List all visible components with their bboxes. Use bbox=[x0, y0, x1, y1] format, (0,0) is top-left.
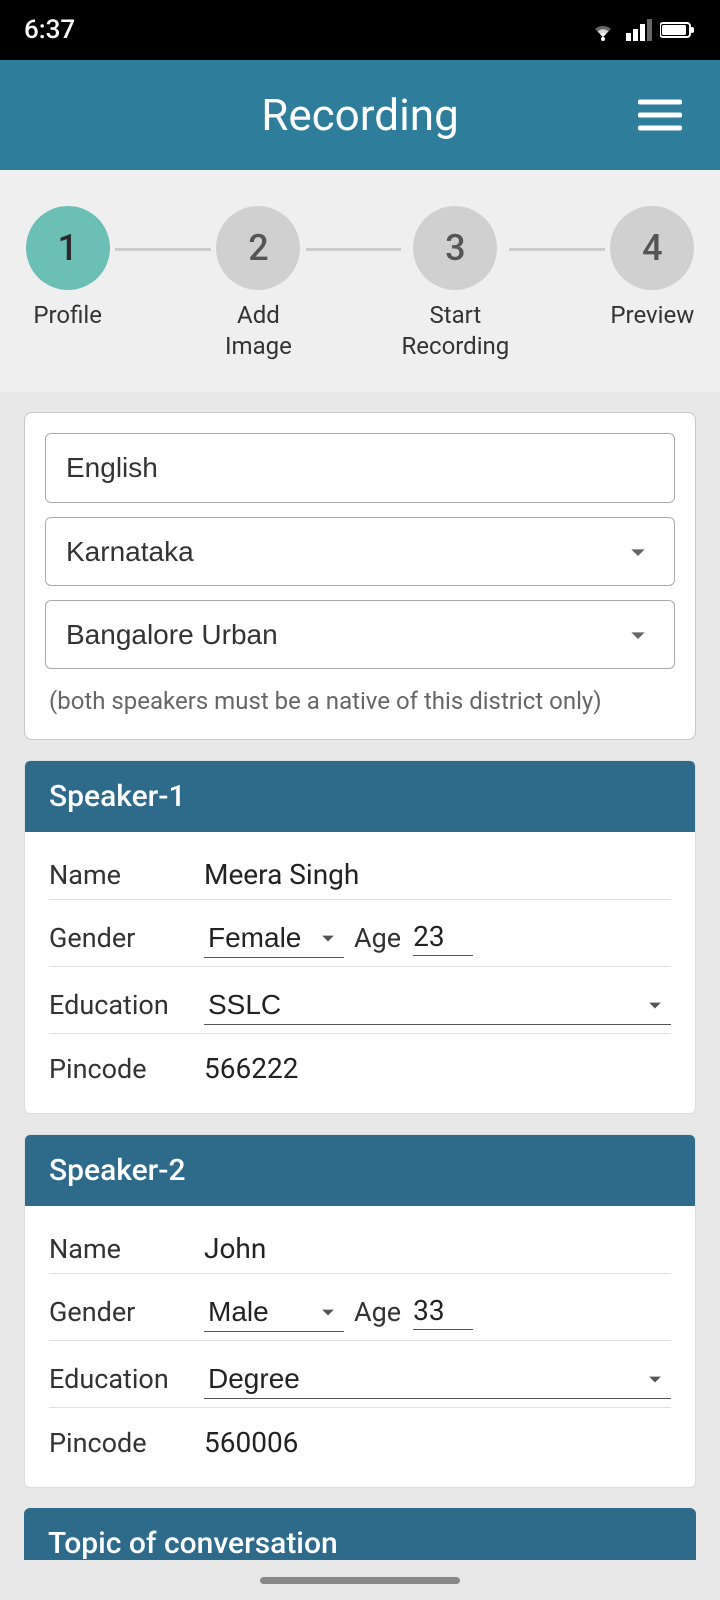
district-note: (both speakers must be a native of this … bbox=[45, 683, 675, 723]
status-icons bbox=[588, 19, 696, 41]
step-3-label: StartRecording bbox=[401, 300, 509, 362]
speaker-1-edu-label: Education bbox=[49, 989, 194, 1021]
status-time: 6:37 bbox=[24, 15, 75, 45]
step-connector-2 bbox=[306, 248, 401, 251]
hamburger-line-2 bbox=[638, 113, 682, 118]
speaker-2-age-label: Age bbox=[354, 1296, 401, 1328]
hamburger-line-1 bbox=[638, 100, 682, 105]
speaker-2-edu-label: Education bbox=[49, 1363, 194, 1395]
speaker-1-gender-select[interactable]: Female Male Other bbox=[204, 918, 344, 958]
speaker-2-name-value[interactable]: John bbox=[204, 1232, 671, 1265]
menu-button[interactable] bbox=[630, 92, 690, 139]
speaker-2-name-row: Name John bbox=[49, 1214, 671, 1274]
speaker-2-pincode-value[interactable]: 560006 bbox=[204, 1426, 671, 1459]
state-select[interactable]: Karnataka Tamil Nadu Andhra Pradesh bbox=[45, 517, 675, 586]
speaker-1-gender-row: Gender Female Male Other Age 23 bbox=[49, 900, 671, 967]
step-4-circle: 4 bbox=[610, 206, 694, 290]
speaker-2-pincode-row: Pincode 560006 bbox=[49, 1408, 671, 1467]
language-input[interactable] bbox=[45, 433, 675, 503]
step-4-label: Preview bbox=[610, 300, 694, 331]
speaker-2-pincode-label: Pincode bbox=[49, 1427, 194, 1459]
speaker-2-header: Speaker-2 bbox=[25, 1135, 695, 1206]
speaker-2-edu-row: Education SSLC PUC Degree Post Graduate bbox=[49, 1341, 671, 1408]
speaker-1-edu-select[interactable]: SSLC PUC Degree Post Graduate bbox=[204, 985, 671, 1025]
step-2-circle: 2 bbox=[216, 206, 300, 290]
step-connector-1 bbox=[115, 248, 210, 251]
speaker-2-gender-row: Gender Male Female Other Age 33 bbox=[49, 1274, 671, 1341]
speaker-1-age-group: Age 23 bbox=[354, 920, 671, 956]
step-1[interactable]: 1 Profile bbox=[20, 206, 115, 331]
step-3-circle: 3 bbox=[413, 206, 497, 290]
wifi-icon bbox=[588, 19, 618, 41]
speaker-2-age-group: Age 33 bbox=[354, 1294, 671, 1330]
step-1-label: Profile bbox=[33, 300, 102, 331]
speaker-1-pincode-row: Pincode 566222 bbox=[49, 1034, 671, 1093]
speaker-2-gender-select[interactable]: Male Female Other bbox=[204, 1292, 344, 1332]
speaker-2-edu-select[interactable]: SSLC PUC Degree Post Graduate bbox=[204, 1359, 671, 1399]
step-2[interactable]: 2 Add Image bbox=[211, 206, 306, 362]
speaker-1-name-row: Name Meera Singh bbox=[49, 840, 671, 900]
speaker-1-gender-label: Gender bbox=[49, 922, 194, 954]
bottom-bar bbox=[0, 1560, 720, 1600]
step-4[interactable]: 4 Preview bbox=[605, 206, 700, 331]
status-bar: 6:37 bbox=[0, 0, 720, 60]
speaker-1-header: Speaker-1 bbox=[25, 761, 695, 832]
signal-icon bbox=[626, 19, 652, 41]
speaker-1-pincode-value[interactable]: 566222 bbox=[204, 1052, 671, 1085]
location-form: Karnataka Tamil Nadu Andhra Pradesh Bang… bbox=[24, 412, 696, 740]
step-1-circle: 1 bbox=[26, 206, 110, 290]
speaker-1-pincode-label: Pincode bbox=[49, 1053, 194, 1085]
step-3[interactable]: 3 StartRecording bbox=[401, 206, 509, 362]
speaker-2-name-label: Name bbox=[49, 1233, 194, 1265]
speaker-2-age-value[interactable]: 33 bbox=[413, 1294, 473, 1330]
speaker-1-age-value[interactable]: 23 bbox=[413, 920, 473, 956]
speaker-2-gender-label: Gender bbox=[49, 1296, 194, 1328]
speaker-1-body: Name Meera Singh Gender Female Male Othe… bbox=[25, 832, 695, 1113]
page-title: Recording bbox=[261, 89, 459, 141]
speaker-1-edu-row: Education SSLC PUC Degree Post Graduate bbox=[49, 967, 671, 1034]
speaker-1-age-label: Age bbox=[354, 922, 401, 954]
home-indicator bbox=[260, 1577, 460, 1584]
stepper: 1 Profile 2 Add Image 3 StartRecording 4… bbox=[0, 170, 720, 392]
speaker-1-name-value[interactable]: Meera Singh bbox=[204, 858, 671, 891]
district-select[interactable]: Bangalore Urban Mysore Mangalore bbox=[45, 600, 675, 669]
speaker-2-card: Speaker-2 Name John Gender Male Female O… bbox=[24, 1134, 696, 1488]
step-2-label: Add Image bbox=[211, 300, 306, 362]
battery-icon bbox=[660, 20, 696, 40]
app-header: Recording bbox=[0, 60, 720, 170]
hamburger-line-3 bbox=[638, 126, 682, 131]
speaker-1-card: Speaker-1 Name Meera Singh Gender Female… bbox=[24, 760, 696, 1114]
speaker-2-body: Name John Gender Male Female Other Age 3… bbox=[25, 1206, 695, 1487]
step-connector-3 bbox=[509, 248, 604, 251]
speaker-1-name-label: Name bbox=[49, 859, 194, 891]
